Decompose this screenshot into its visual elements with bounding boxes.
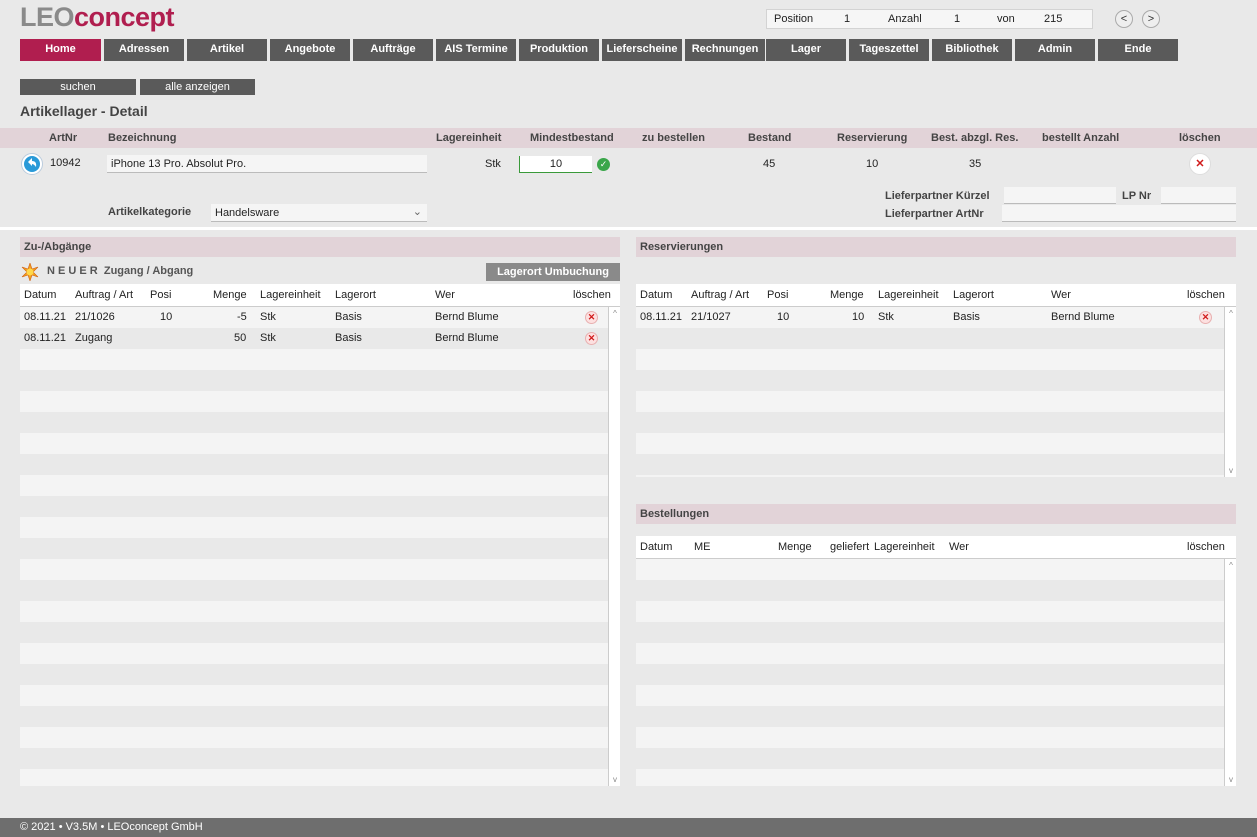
artnr-value: 10942 bbox=[50, 157, 81, 169]
page-title: Artikellager - Detail bbox=[20, 103, 148, 119]
menu-ende[interactable]: Ende bbox=[1098, 39, 1178, 61]
col-bestellt: bestellt Anzahl bbox=[1042, 132, 1120, 144]
zu-abgaenge-header: Zu-/Abgänge bbox=[20, 237, 620, 257]
back-arrow-icon bbox=[24, 156, 40, 172]
new-entry-icon[interactable] bbox=[21, 263, 39, 281]
col-zu-bestellen: zu bestellen bbox=[642, 132, 705, 144]
relocate-button[interactable]: Lagerort Umbuchung bbox=[486, 263, 620, 281]
scrollbar[interactable]: ^ v bbox=[1224, 307, 1236, 477]
best-abzgl-value: 35 bbox=[969, 158, 982, 170]
chevron-down-icon: ⌄ bbox=[412, 206, 422, 218]
lp-artnr-field[interactable] bbox=[1002, 205, 1236, 222]
delete-icon[interactable]: ✕ bbox=[585, 311, 598, 324]
menu-bibliothek[interactable]: Bibliothek bbox=[932, 39, 1012, 61]
menu-produktion[interactable]: Produktion bbox=[519, 39, 599, 61]
reservierungen-header: Reservierungen bbox=[636, 237, 1236, 257]
menu-angebote[interactable]: Angebote bbox=[270, 39, 350, 61]
lp-nr-field[interactable] bbox=[1161, 187, 1236, 204]
menu-auftraege[interactable]: Aufträge bbox=[353, 39, 433, 61]
back-button[interactable] bbox=[21, 153, 43, 175]
new-entry-link[interactable]: N E U E R Zugang / Abgang bbox=[47, 265, 193, 277]
menu-ais-termine[interactable]: AIS Termine bbox=[436, 39, 516, 61]
col-loeschen: löschen bbox=[1179, 132, 1221, 144]
delete-icon[interactable]: ✕ bbox=[1199, 311, 1212, 324]
col-artnr: ArtNr bbox=[49, 132, 78, 144]
col-best-abzgl: Best. abzgl. Res. bbox=[931, 132, 1019, 144]
col-mindestbestand: Mindestbestand bbox=[530, 132, 614, 144]
menu-home[interactable]: Home bbox=[20, 39, 101, 61]
anzahl-value: 1 bbox=[954, 13, 961, 25]
lp-artnr-label: Lieferpartner ArtNr bbox=[885, 208, 984, 220]
position-value: 1 bbox=[844, 13, 851, 25]
scrollbar[interactable]: ^ v bbox=[1224, 559, 1236, 786]
lp-kuerzel-label: Lieferpartner Kürzel bbox=[885, 190, 990, 202]
next-record-button[interactable]: > bbox=[1142, 10, 1160, 28]
delete-article-icon[interactable]: ✕ bbox=[1189, 153, 1211, 175]
article-header: ArtNr Bezeichnung Lagereinheit Mindestbe… bbox=[0, 128, 1257, 148]
reservierung-value: 10 bbox=[866, 158, 879, 170]
bezeichnung-field[interactable]: iPhone 13 Pro. Absolut Pro. bbox=[107, 155, 427, 173]
footer: © 2021 • V3.5M • LEOconcept GmbH bbox=[0, 818, 1257, 837]
zu-abgaenge-column-header: Datum Auftrag / Art Posi Menge Lagereinh… bbox=[20, 284, 620, 307]
lp-nr-label: LP Nr bbox=[1122, 190, 1152, 202]
table-row[interactable]: 08.11.21 21/1026 10 -5 Stk Basis Bernd B… bbox=[20, 307, 608, 328]
col-bezeichnung: Bezeichnung bbox=[108, 132, 177, 144]
bestellungen-header: Bestellungen bbox=[636, 504, 1236, 524]
col-lagereinheit: Lagereinheit bbox=[436, 132, 502, 144]
col-bestand: Bestand bbox=[748, 132, 792, 144]
von-value: 215 bbox=[1044, 13, 1063, 25]
prev-record-button[interactable]: < bbox=[1115, 10, 1133, 28]
col-reservierung: Reservierung bbox=[837, 132, 908, 144]
reservierungen-column-header: Datum Auftrag / Art Posi Menge Lagereinh… bbox=[636, 284, 1236, 307]
position-label: Position bbox=[774, 13, 814, 25]
menu-adressen[interactable]: Adressen bbox=[104, 39, 184, 61]
delete-icon[interactable]: ✕ bbox=[585, 332, 598, 345]
show-all-button[interactable]: alle anzeigen bbox=[140, 79, 255, 95]
bestellungen-column-header: Datum ME Menge geliefert Lagereinheit We… bbox=[636, 536, 1236, 559]
main-menu: Home Adressen Artikel Angebote Aufträge … bbox=[20, 39, 1180, 61]
lagereinheit-value: Stk bbox=[485, 158, 501, 170]
search-button[interactable]: suchen bbox=[20, 79, 136, 95]
scrollbar[interactable]: ^ v bbox=[608, 307, 620, 786]
table-row[interactable]: 08.11.21 21/1027 10 10 Stk Basis Bernd B… bbox=[636, 307, 1224, 328]
menu-artikel[interactable]: Artikel bbox=[187, 39, 267, 61]
table-row[interactable]: 08.11.21 Zugang 50 Stk Basis Bernd Blume… bbox=[20, 328, 608, 349]
lp-kuerzel-field[interactable] bbox=[1004, 187, 1116, 204]
menu-tageszettel[interactable]: Tageszettel bbox=[849, 39, 929, 61]
record-position-bar: Position 1 Anzahl 1 von 215 bbox=[766, 9, 1093, 29]
mindestbestand-field[interactable]: 10 bbox=[519, 156, 592, 173]
menu-lieferscheine[interactable]: Lieferscheine bbox=[602, 39, 682, 61]
menu-rechnungen[interactable]: Rechnungen bbox=[685, 39, 765, 61]
kategorie-label: Artikelkategorie bbox=[108, 206, 192, 218]
menu-admin[interactable]: Admin bbox=[1015, 39, 1095, 61]
anzahl-label: Anzahl bbox=[888, 13, 922, 25]
kategorie-select[interactable]: Handelsware ⌄ bbox=[211, 204, 427, 222]
check-icon: ✓ bbox=[597, 158, 610, 171]
von-label: von bbox=[997, 13, 1015, 25]
bestellungen-table: ^ v bbox=[636, 559, 1236, 786]
zu-abgaenge-table: 08.11.21 21/1026 10 -5 Stk Basis Bernd B… bbox=[20, 307, 620, 786]
divider bbox=[0, 227, 1257, 230]
bestand-value: 45 bbox=[763, 158, 776, 170]
logo: LEOconcept bbox=[20, 2, 175, 32]
menu-lager[interactable]: Lager bbox=[766, 39, 846, 61]
reservierungen-table: 08.11.21 21/1027 10 10 Stk Basis Bernd B… bbox=[636, 307, 1236, 477]
